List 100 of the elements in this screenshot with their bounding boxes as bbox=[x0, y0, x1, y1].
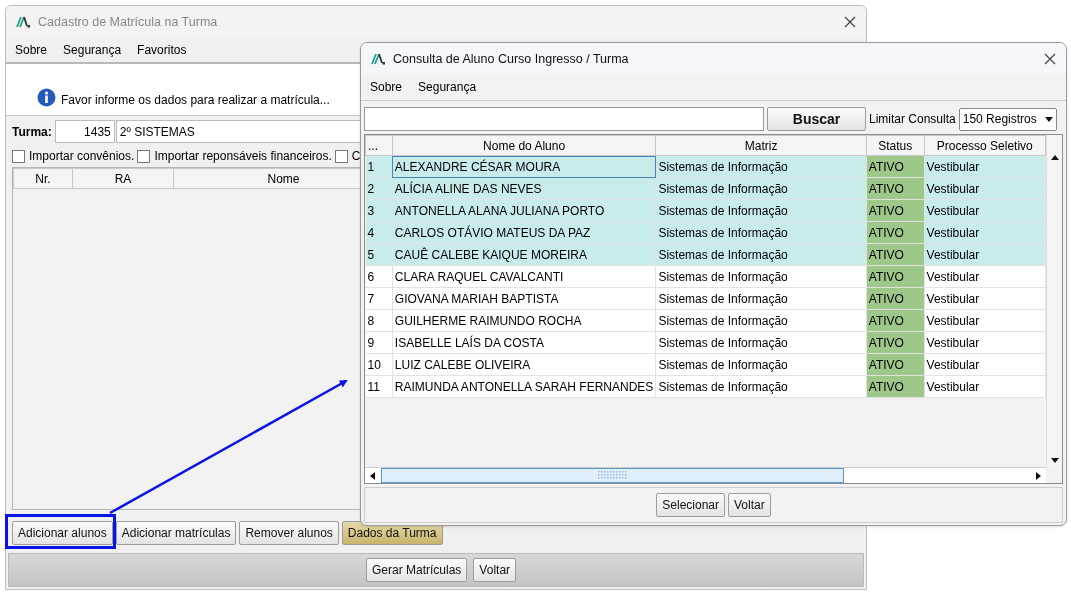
column-header[interactable]: Status bbox=[866, 135, 925, 156]
table-cell: RAIMUNDA ANTONELLA SARAH FERNANDES bbox=[392, 375, 656, 398]
checkbox-label[interactable]: Importar reponsáveis financeiros. bbox=[154, 149, 332, 163]
table-cell: ISABELLE LAÍS DA COSTA bbox=[392, 331, 656, 354]
logo-icon bbox=[371, 52, 385, 65]
dialog-button[interactable]: Voltar bbox=[728, 493, 771, 517]
action-button[interactable]: Remover alunos bbox=[239, 521, 339, 545]
column-header[interactable]: ... bbox=[365, 135, 393, 156]
table-row[interactable]: 8 GUILHERME RAIMUNDO ROCHA Sistemas de Informação ATIVO Vestibular bbox=[365, 309, 1046, 332]
column-header[interactable]: Matriz bbox=[655, 135, 867, 156]
action-button[interactable]: Adicionar matrículas bbox=[115, 521, 237, 545]
table-cell: Vestibular bbox=[924, 221, 1046, 244]
table-row[interactable]: 10 LUIZ CALEBE OLIVEIRA Sistemas de Informação ATIVO Vestibular bbox=[365, 353, 1046, 376]
table-cell: 8 bbox=[365, 309, 393, 332]
table-cell: Sistemas de Informação bbox=[655, 155, 867, 178]
column-header[interactable]: Nome do Aluno bbox=[392, 135, 656, 156]
table-cell: Sistemas de Informação bbox=[655, 221, 867, 244]
vertical-scrollbar[interactable] bbox=[1046, 135, 1062, 467]
table-cell: Sistemas de Informação bbox=[655, 199, 867, 222]
search-field[interactable] bbox=[364, 107, 764, 131]
turma-code-field[interactable]: 1435 bbox=[54, 120, 115, 143]
table-cell: GUILHERME RAIMUNDO ROCHA bbox=[392, 309, 656, 332]
table-cell: Sistemas de Informação bbox=[655, 177, 867, 200]
up-arrow-icon[interactable] bbox=[1050, 155, 1059, 160]
window-title: Cadastro de Matrícula na Turma bbox=[38, 14, 219, 29]
menu-item[interactable]: Segurança bbox=[63, 42, 122, 57]
table-cell: LUIZ CALEBE OLIVEIRA bbox=[392, 353, 656, 376]
limit-dropdown[interactable]: 150 Registros bbox=[958, 107, 1057, 131]
window-title: Consulta de Aluno Curso Ingresso / Turma bbox=[393, 51, 630, 66]
menu-item[interactable]: Sobre bbox=[15, 42, 48, 57]
horizontal-scrollbar[interactable] bbox=[365, 467, 1046, 483]
turma-label: Turma: bbox=[12, 124, 52, 139]
table-cell: ALEXANDRE CÉSAR MOURA bbox=[392, 155, 656, 178]
table-cell: Vestibular bbox=[924, 265, 1046, 288]
left-arrow-icon[interactable] bbox=[370, 471, 375, 480]
table-cell: Vestibular bbox=[924, 331, 1046, 354]
table-cell: Vestibular bbox=[924, 375, 1046, 398]
table-cell: Vestibular bbox=[924, 287, 1046, 310]
info-icon bbox=[37, 88, 56, 107]
table-cell: Sistemas de Informação bbox=[655, 353, 867, 376]
table-cell: Sistemas de Informação bbox=[655, 331, 867, 354]
table-cell: Sistemas de Informação bbox=[655, 287, 867, 310]
checkbox[interactable] bbox=[137, 149, 151, 163]
table-cell: 11 bbox=[365, 375, 393, 398]
table-cell: 10 bbox=[365, 353, 393, 376]
table-cell: Sistemas de Informação bbox=[655, 265, 867, 288]
column-header[interactable]: Nr. bbox=[13, 168, 73, 189]
table-cell: Vestibular bbox=[924, 243, 1046, 266]
table-cell: CAUÊ CALEBE KAIQUE MOREIRA bbox=[392, 243, 656, 266]
checkbox[interactable] bbox=[12, 149, 25, 163]
table-cell: Vestibular bbox=[924, 155, 1046, 178]
table-row[interactable]: 2 ALÍCIA ALINE DAS NEVES Sistemas de Informação ATIVO Vestibular bbox=[365, 177, 1046, 200]
footer-button[interactable]: Voltar bbox=[473, 558, 517, 582]
table-cell: 2 bbox=[365, 177, 393, 200]
info-message: Favor informe os dados para realizar a matrícula... bbox=[61, 93, 330, 107]
search-button[interactable]: Buscar bbox=[767, 107, 866, 131]
menu-item[interactable]: Favoritos bbox=[137, 42, 187, 57]
close-icon[interactable] bbox=[1044, 52, 1056, 65]
table-cell: CLARA RAQUEL CAVALCANTI bbox=[392, 265, 656, 288]
table-cell: 6 bbox=[365, 265, 393, 288]
checkbox-label[interactable]: C bbox=[351, 149, 361, 163]
table-row[interactable]: 6 CLARA RAQUEL CAVALCANTI Sistemas de Informação ATIVO Vestibular bbox=[365, 265, 1046, 288]
table-cell: Sistemas de Informação bbox=[655, 309, 867, 332]
caret-icon bbox=[1044, 116, 1053, 122]
table-cell: Sistemas de Informação bbox=[655, 243, 867, 266]
table-cell: ALÍCIA ALINE DAS NEVES bbox=[392, 177, 656, 200]
table-cell: CARLOS OTÁVIO MATEUS DA PAZ bbox=[392, 221, 656, 244]
logo-icon bbox=[16, 15, 30, 28]
down-arrow-icon[interactable] bbox=[1050, 458, 1059, 463]
checkbox-label[interactable]: Importar convênios. bbox=[29, 149, 135, 163]
table-cell: GIOVANA MARIAH BAPTISTA bbox=[392, 287, 656, 310]
table-row[interactable]: 1 ALEXANDRE CÉSAR MOURA Sistemas de Informação ATIVO Vestibular bbox=[365, 155, 1046, 178]
column-header[interactable]: Processo Seletivo bbox=[924, 135, 1046, 156]
right-arrow-icon[interactable] bbox=[1036, 471, 1041, 480]
table-cell: Vestibular bbox=[924, 353, 1046, 376]
table-cell: 9 bbox=[365, 331, 393, 354]
table-cell: 3 bbox=[365, 199, 393, 222]
menu-item[interactable]: Segurança bbox=[418, 80, 477, 94]
dialog-button[interactable]: Selecionar bbox=[656, 493, 725, 517]
checkbox[interactable] bbox=[334, 149, 348, 163]
table-cell: 4 bbox=[365, 221, 393, 244]
table-row[interactable]: 11 RAIMUNDA ANTONELLA SARAH FERNANDES Sistemas de Informação ATIVO Vestibular bbox=[365, 375, 1046, 398]
table-row[interactable]: 3 ANTONELLA ALANA JULIANA PORTO Sistemas de Informação ATIVO Vestibular bbox=[365, 199, 1046, 222]
table-cell: 1 bbox=[365, 155, 393, 178]
table-row[interactable]: 7 GIOVANA MARIAH BAPTISTA Sistemas de Informação ATIVO Vestibular bbox=[365, 287, 1046, 310]
table-cell: ANTONELLA ALANA JULIANA PORTO bbox=[392, 199, 656, 222]
menu-item[interactable]: Sobre bbox=[370, 80, 403, 94]
table-row[interactable]: 9 ISABELLE LAÍS DA COSTA Sistemas de Informação ATIVO Vestibular bbox=[365, 331, 1046, 354]
table-cell: 7 bbox=[365, 287, 393, 310]
table-row[interactable]: 4 CARLOS OTÁVIO MATEUS DA PAZ Sistemas de Informação ATIVO Vestibular bbox=[365, 221, 1046, 244]
table-cell: Vestibular bbox=[924, 177, 1046, 200]
table-cell: Vestibular bbox=[924, 199, 1046, 222]
close-icon[interactable] bbox=[844, 15, 856, 28]
table-row[interactable]: 5 CAUÊ CALEBE KAIQUE MOREIRA Sistemas de Informação ATIVO Vestibular bbox=[365, 243, 1046, 266]
limit-label: Limitar Consulta bbox=[869, 112, 956, 126]
footer-button[interactable]: Gerar Matrículas bbox=[366, 558, 468, 582]
grip-icon bbox=[597, 471, 628, 480]
table-cell: Vestibular bbox=[924, 309, 1046, 332]
column-header[interactable]: RA bbox=[72, 168, 174, 189]
action-button[interactable]: Adicionar alunos bbox=[12, 521, 113, 545]
